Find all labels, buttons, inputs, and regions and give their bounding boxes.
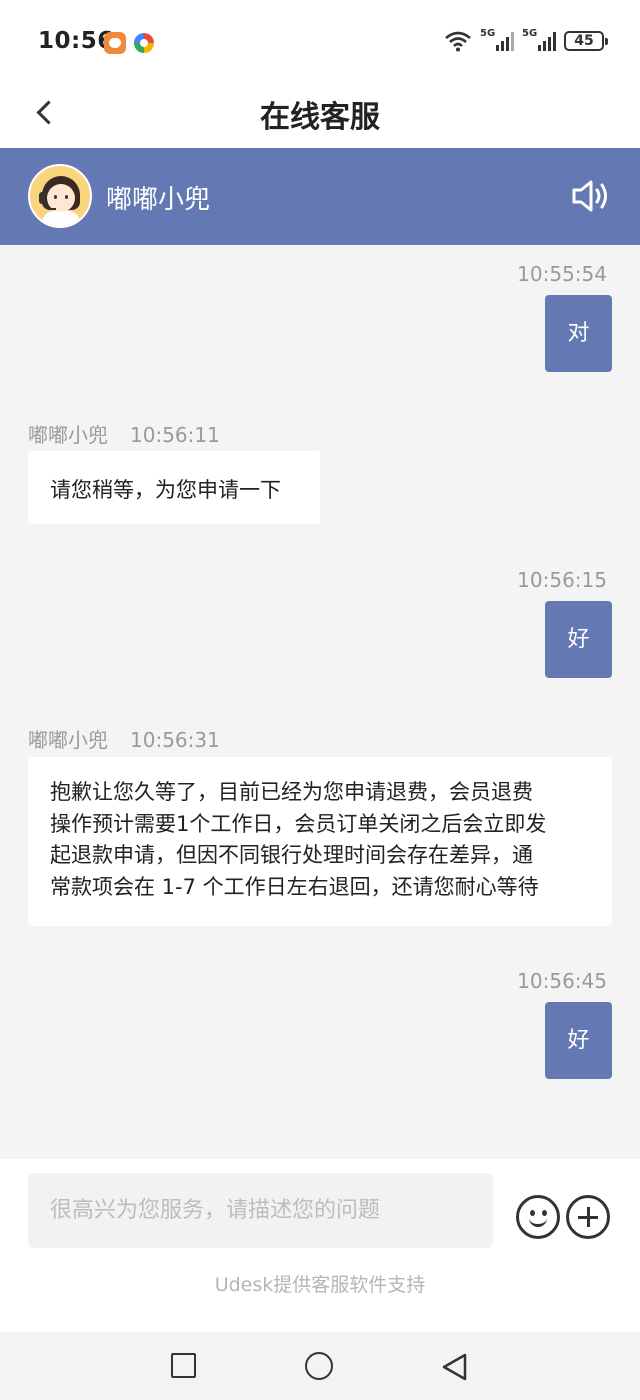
message-time: 10:56:31: [130, 728, 220, 752]
agent-message-bubble: 请您稍等，为您申请一下: [28, 451, 320, 524]
wifi-icon: [445, 31, 471, 52]
user-message-bubble: 好: [545, 601, 612, 678]
speaker-icon[interactable]: [570, 178, 612, 214]
status-bar: 10:56 5G 5G 45: [0, 0, 640, 76]
back-triangle-icon[interactable]: [440, 1352, 470, 1382]
agent-message-header: 嘟嘟小兜 10:56:11: [28, 419, 242, 448]
signal-1-icon: 5G: [480, 28, 514, 51]
system-nav-bar: [0, 1332, 640, 1400]
message-time: 10:56:11: [130, 423, 220, 447]
message-time: 10:56:45: [517, 969, 607, 993]
emoji-icon[interactable]: [516, 1195, 560, 1239]
page-title: 在线客服: [260, 100, 380, 135]
home-circle-icon[interactable]: [305, 1352, 333, 1380]
agent-message-bubble: 抱歉让您久等了，目前已经为您申请退费，会员退费 操作预计需要1个工作日，会员订单…: [28, 757, 612, 926]
app-notification-icon-2: [134, 33, 154, 53]
recents-square-icon[interactable]: [171, 1353, 196, 1378]
input-bar: Udesk提供客服软件支持: [0, 1159, 640, 1332]
user-message-bubble: 好: [545, 1002, 612, 1079]
message-time: 10:55:54: [517, 262, 607, 286]
plus-icon[interactable]: [566, 1195, 610, 1239]
sender-name: 嘟嘟小兜: [28, 423, 108, 447]
agent-header: 嘟嘟小兜: [0, 148, 640, 245]
status-indicators: 5G 5G 45: [444, 28, 608, 52]
status-time: 10:56: [38, 28, 114, 54]
sender-name: 嘟嘟小兜: [28, 728, 108, 752]
message-line: 操作预计需要1个工作日，会员订单关闭之后会立即发: [50, 811, 547, 836]
chat-area[interactable]: 10:55:54 对 嘟嘟小兜 10:56:11 请您稍等，为您申请一下 10:5…: [0, 245, 640, 1159]
message-line: 抱歉让您久等了，目前已经为您申请退费，会员退费: [50, 780, 533, 804]
agent-avatar: [28, 164, 92, 228]
agent-message-header: 嘟嘟小兜 10:56:31: [28, 724, 242, 753]
message-line: 起退款申请，但因不同银行处理时间会存在差异，通: [50, 843, 533, 867]
battery-icon: 45: [564, 31, 608, 51]
message-input[interactable]: [28, 1173, 493, 1248]
powered-by-text: Udesk提供客服软件支持: [214, 1274, 426, 1296]
message-line: 常款项会在 1-7 个工作日左右退回，还请您耐心等待: [50, 874, 539, 899]
signal-2-icon: 5G: [522, 28, 556, 51]
message-time: 10:56:15: [517, 568, 607, 592]
app-notification-icon: [104, 32, 126, 54]
nav-bar: 在线客服: [0, 76, 640, 148]
user-message-bubble: 对: [545, 295, 612, 372]
agent-name: 嘟嘟小兜: [106, 185, 211, 215]
